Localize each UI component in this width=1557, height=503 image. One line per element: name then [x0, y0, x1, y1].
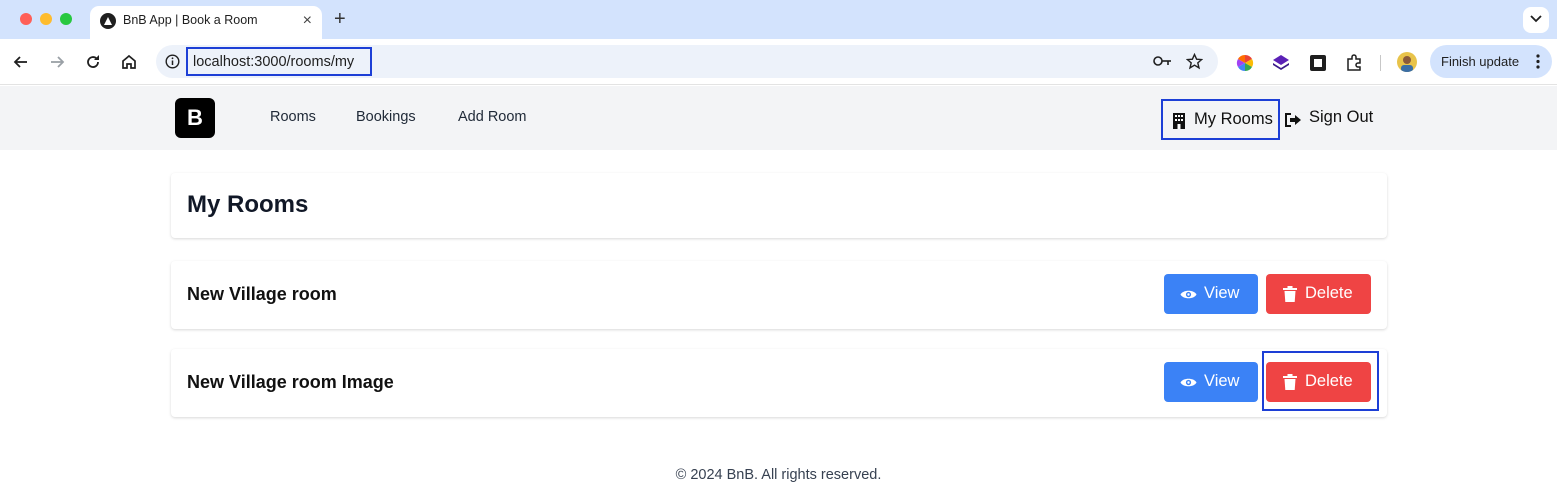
eye-icon: [1180, 290, 1197, 299]
tab-title: BnB App | Book a Room: [123, 13, 258, 27]
finish-update-label: Finish update: [1441, 54, 1520, 69]
maximize-window-button[interactable]: [60, 13, 72, 25]
view-room-button[interactable]: View: [1164, 362, 1258, 402]
nav-link-bookings[interactable]: Bookings: [356, 109, 416, 125]
reload-icon[interactable]: [83, 52, 103, 72]
url-text[interactable]: localhost:3000/rooms/my: [193, 54, 354, 70]
close-tab-icon[interactable]: ×: [303, 11, 312, 31]
password-key-icon[interactable]: [1153, 54, 1173, 68]
forward-arrow-icon[interactable]: [47, 52, 67, 72]
room-card: New Village room View Delete: [171, 261, 1387, 329]
finish-update-button[interactable]: Finish update: [1430, 45, 1552, 78]
trash-icon: [1283, 286, 1297, 302]
delete-label: Delete: [1305, 284, 1353, 302]
my-rooms-link[interactable]: My Rooms: [1161, 99, 1280, 140]
more-vertical-icon: [1536, 54, 1540, 69]
nav-link-rooms[interactable]: Rooms: [270, 109, 316, 125]
profile-avatar[interactable]: [1397, 52, 1417, 72]
view-room-button[interactable]: View: [1164, 274, 1258, 314]
room-name: New Village room: [187, 284, 337, 304]
app-navbar: B Rooms Bookings Add Room My Rooms Sign …: [0, 86, 1557, 150]
page-header-card: My Rooms: [171, 173, 1387, 238]
room-card: New Village room Image View Delete: [171, 349, 1387, 417]
address-bar[interactable]: localhost:3000/rooms/my: [156, 45, 1218, 78]
close-window-button[interactable]: [20, 13, 32, 25]
triangle-logo-icon: [100, 13, 116, 29]
footer-copyright: © 2024 BnB. All rights reserved.: [675, 467, 882, 483]
eye-icon: [1180, 378, 1197, 387]
back-arrow-icon[interactable]: [11, 52, 31, 72]
view-label: View: [1204, 372, 1240, 390]
building-icon: [1173, 113, 1185, 129]
site-info-icon[interactable]: [165, 54, 180, 69]
my-rooms-label: My Rooms: [1194, 110, 1273, 128]
browser-toolbar: localhost:3000/rooms/my Finish update: [0, 39, 1557, 85]
frame-extension-icon[interactable]: [1309, 54, 1327, 72]
url-highlight: localhost:3000/rooms/my: [186, 47, 372, 76]
nav-link-add-room[interactable]: Add Room: [458, 109, 527, 125]
home-icon[interactable]: [119, 52, 139, 72]
color-wheel-extension-icon[interactable]: [1236, 54, 1254, 72]
extensions-puzzle-icon[interactable]: [1345, 54, 1363, 72]
toolbar-divider: [1380, 55, 1381, 71]
browser-tab[interactable]: BnB App | Book a Room ×: [90, 6, 322, 39]
delete-button-highlight: [1262, 351, 1379, 411]
app-logo[interactable]: B: [175, 98, 215, 138]
delete-room-button[interactable]: Delete: [1266, 274, 1371, 314]
layers-extension-icon[interactable]: [1272, 54, 1290, 72]
sign-out-label: Sign Out: [1309, 108, 1374, 126]
browser-tab-bar: BnB App | Book a Room × +: [0, 0, 1557, 39]
tab-search-button[interactable]: [1523, 7, 1549, 33]
minimize-window-button[interactable]: [40, 13, 52, 25]
new-tab-button[interactable]: +: [334, 6, 346, 32]
view-label: View: [1204, 284, 1240, 302]
page-title: My Rooms: [187, 191, 309, 218]
bookmark-star-icon[interactable]: [1186, 53, 1203, 70]
sign-out-icon: [1285, 113, 1301, 127]
room-name: New Village room Image: [187, 372, 394, 392]
